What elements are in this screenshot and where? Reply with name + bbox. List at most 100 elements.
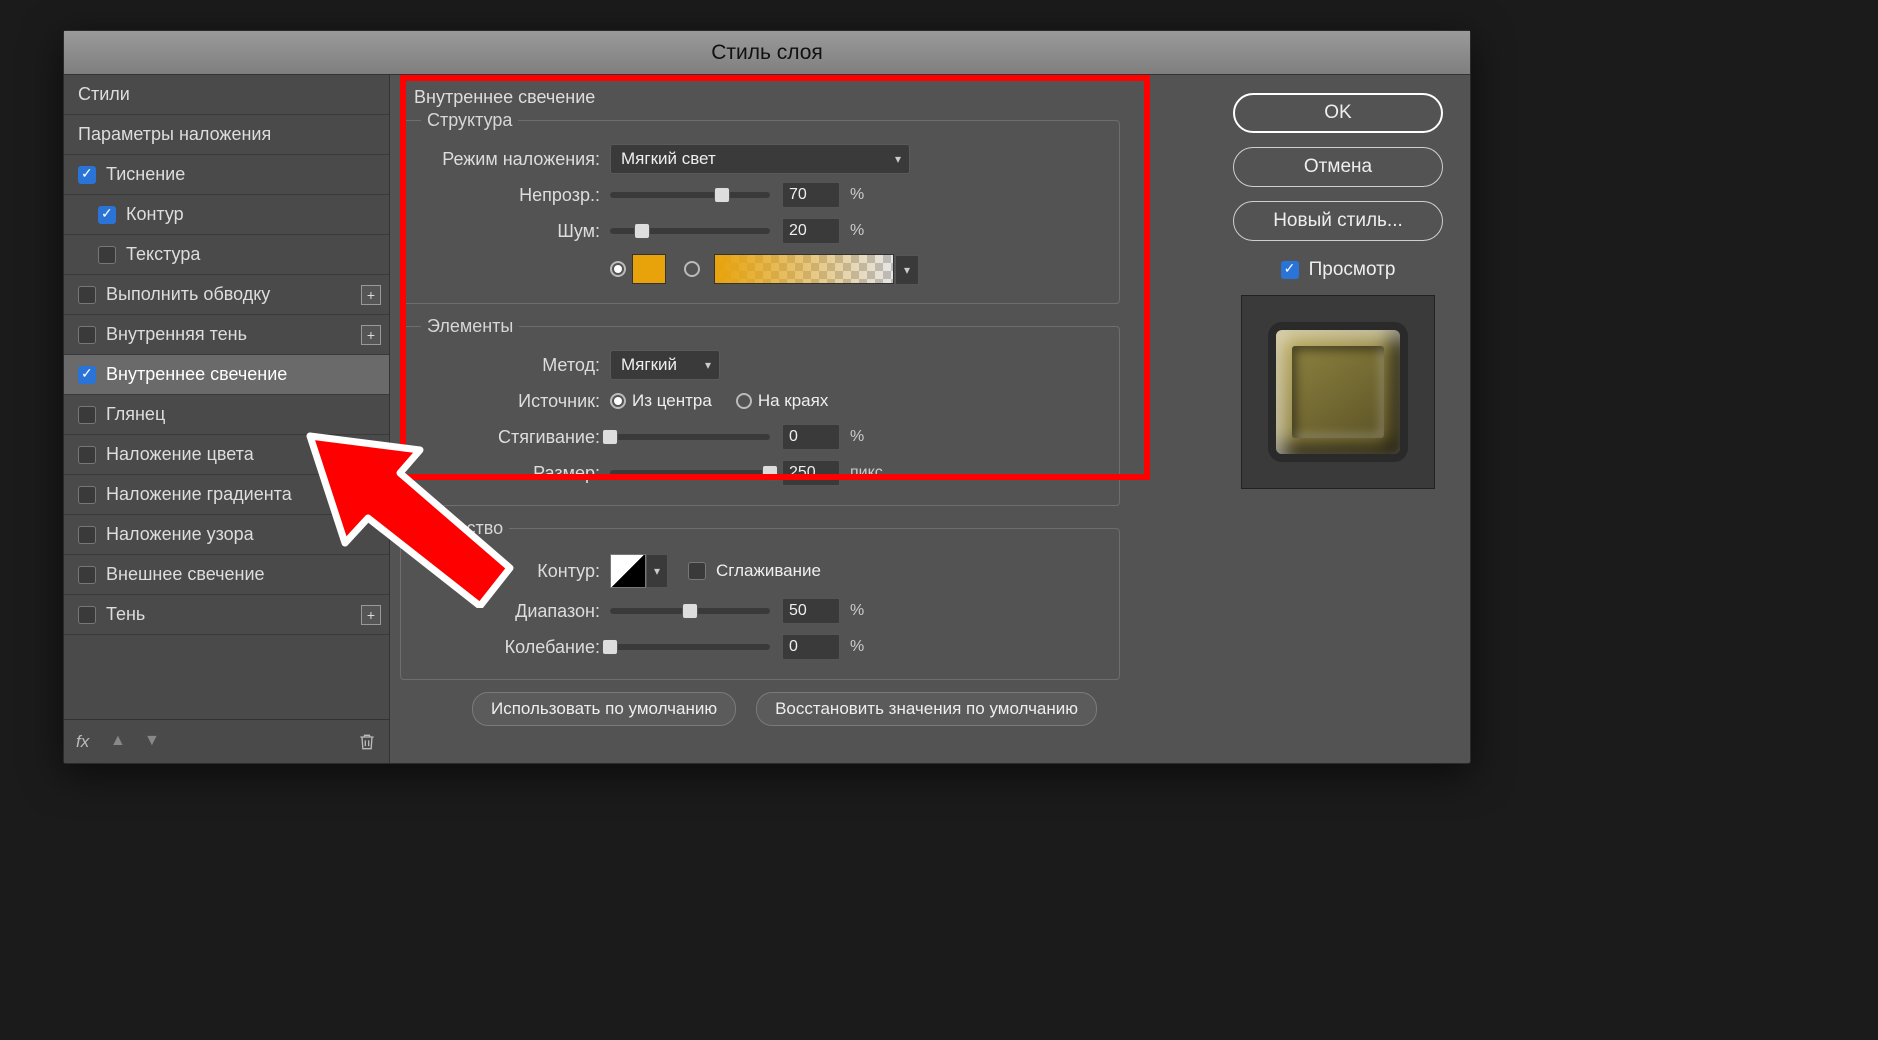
trash-icon[interactable] — [357, 732, 377, 752]
source-edge-label: На краях — [758, 391, 829, 411]
ok-button[interactable]: OK — [1233, 93, 1443, 133]
size-slider[interactable] — [610, 470, 770, 476]
technique-value: Мягкий — [621, 355, 677, 375]
contour-dropdown-button[interactable]: ▾ — [646, 554, 668, 588]
technique-dropdown[interactable]: Мягкий ▾ — [610, 350, 720, 380]
range-input[interactable]: 50 — [782, 598, 840, 624]
add-effect-button[interactable]: + — [361, 485, 381, 505]
sidebar-blending-options[interactable]: Параметры наложения — [64, 115, 389, 155]
effect-label: Глянец — [106, 404, 165, 425]
effect-label: Тень — [106, 604, 145, 625]
effect-checkbox[interactable] — [78, 526, 96, 544]
sidebar-footer: fx ▲ ▼ — [64, 719, 389, 763]
color-radio[interactable] — [610, 261, 626, 277]
effect-label: Наложение градиента — [106, 484, 292, 505]
right-column: OK Отмена Новый стиль... Просмотр — [1220, 75, 1470, 763]
make-default-button[interactable]: Использовать по умолчанию — [472, 692, 736, 726]
antialias-checkbox[interactable] — [688, 562, 706, 580]
choke-input[interactable]: 0 — [782, 424, 840, 450]
noise-unit: % — [850, 222, 864, 240]
gradient-dropdown-button[interactable]: ▾ — [895, 255, 919, 285]
cancel-button[interactable]: Отмена — [1233, 147, 1443, 187]
noise-row: Шум: 20 % — [415, 213, 1105, 249]
elements-group: Элементы Метод: Мягкий ▾ Источник: Из це… — [400, 316, 1120, 506]
blend-mode-label: Режим наложения: — [415, 149, 610, 170]
add-effect-button[interactable]: + — [361, 325, 381, 345]
preview-row: Просмотр — [1281, 259, 1396, 281]
dialog-body: Стили Параметры наложения Тиснение Контур… — [64, 75, 1470, 763]
contour-picker[interactable] — [610, 554, 646, 588]
reset-default-button[interactable]: Восстановить значения по умолчанию — [756, 692, 1097, 726]
noise-label: Шум: — [415, 221, 610, 242]
effect-checkbox[interactable] — [78, 606, 96, 624]
sidebar-item-2[interactable]: Текстура — [64, 235, 389, 275]
panel-title: Внутреннее свечение — [414, 87, 1210, 108]
structure-group: Структура Режим наложения: Мягкий свет ▾… — [400, 110, 1120, 304]
effect-checkbox[interactable] — [78, 486, 96, 504]
add-effect-button[interactable]: + — [361, 605, 381, 625]
sidebar-item-7[interactable]: Наложение цвета+ — [64, 435, 389, 475]
source-center-radio[interactable] — [610, 393, 626, 409]
jitter-input[interactable]: 0 — [782, 634, 840, 660]
opacity-input[interactable]: 70 — [782, 182, 840, 208]
settings-panel: Внутреннее свечение Структура Режим нало… — [390, 75, 1220, 763]
effect-label: Контур — [126, 204, 184, 225]
preview-label: Просмотр — [1309, 259, 1396, 281]
chevron-down-icon: ▾ — [895, 152, 901, 166]
sidebar-item-4[interactable]: Внутренняя тень + — [64, 315, 389, 355]
sidebar-item-8[interactable]: Наложение градиента + — [64, 475, 389, 515]
effect-checkbox[interactable] — [78, 286, 96, 304]
sidebar-item-3[interactable]: Выполнить обводку + — [64, 275, 389, 315]
gradient-swatch[interactable]: ▾ — [714, 254, 894, 284]
jitter-slider[interactable] — [610, 644, 770, 650]
effect-label: Внутреннее свечение — [106, 364, 287, 385]
range-slider[interactable] — [610, 608, 770, 614]
noise-input[interactable]: 20 — [782, 218, 840, 244]
sidebar-item-11[interactable]: Тень + — [64, 595, 389, 635]
arrow-down-icon[interactable]: ▼ — [144, 732, 164, 752]
effect-checkbox[interactable] — [78, 406, 96, 424]
effects-sidebar: Стили Параметры наложения Тиснение Контур… — [64, 75, 390, 763]
effect-checkbox[interactable] — [78, 326, 96, 344]
effect-checkbox[interactable] — [98, 246, 116, 264]
size-unit: пикс. — [850, 464, 887, 482]
quality-legend: Качество — [421, 518, 509, 539]
opacity-unit: % — [850, 186, 864, 204]
sidebar-item-1[interactable]: Контур — [64, 195, 389, 235]
elements-legend: Элементы — [421, 316, 519, 337]
noise-slider[interactable] — [610, 228, 770, 234]
structure-legend: Структура — [421, 110, 518, 131]
effect-checkbox[interactable] — [98, 206, 116, 224]
sidebar-item-10[interactable]: Внешнее свечение — [64, 555, 389, 595]
sidebar-item-5[interactable]: Внутреннее свечение — [64, 355, 389, 395]
size-input[interactable]: 250 — [782, 460, 840, 486]
effect-checkbox[interactable] — [78, 566, 96, 584]
add-effect-button[interactable]: + — [361, 285, 381, 305]
effect-checkbox[interactable] — [78, 166, 96, 184]
effect-label: Внутренняя тень — [106, 324, 247, 345]
blend-mode-dropdown[interactable]: Мягкий свет ▾ — [610, 144, 910, 174]
new-style-button[interactable]: Новый стиль... — [1233, 201, 1443, 241]
color-row: ▾ — [415, 249, 1105, 289]
preview-checkbox[interactable] — [1281, 261, 1299, 279]
effect-checkbox[interactable] — [78, 446, 96, 464]
sidebar-styles-header[interactable]: Стили — [64, 75, 389, 115]
effect-label: Выполнить обводку — [106, 284, 270, 305]
effect-label: Наложение узора — [106, 524, 254, 545]
add-effect-button[interactable]: + — [361, 445, 381, 465]
preview-thumbnail — [1241, 295, 1435, 489]
gradient-radio[interactable] — [684, 261, 700, 277]
arrow-up-icon[interactable]: ▲ — [110, 732, 130, 752]
fx-icon[interactable]: fx — [76, 732, 96, 752]
source-edge-radio[interactable] — [736, 393, 752, 409]
effect-checkbox[interactable] — [78, 366, 96, 384]
layer-style-dialog: Стиль слоя Стили Параметры наложения Тис… — [63, 30, 1471, 764]
preview-bevel — [1276, 330, 1400, 454]
sidebar-item-6[interactable]: Глянец — [64, 395, 389, 435]
sidebar-blending-label: Параметры наложения — [78, 124, 271, 145]
color-swatch[interactable] — [632, 254, 666, 284]
choke-slider[interactable] — [610, 434, 770, 440]
sidebar-item-0[interactable]: Тиснение — [64, 155, 389, 195]
opacity-slider[interactable] — [610, 192, 770, 198]
sidebar-item-9[interactable]: Наложение узора — [64, 515, 389, 555]
